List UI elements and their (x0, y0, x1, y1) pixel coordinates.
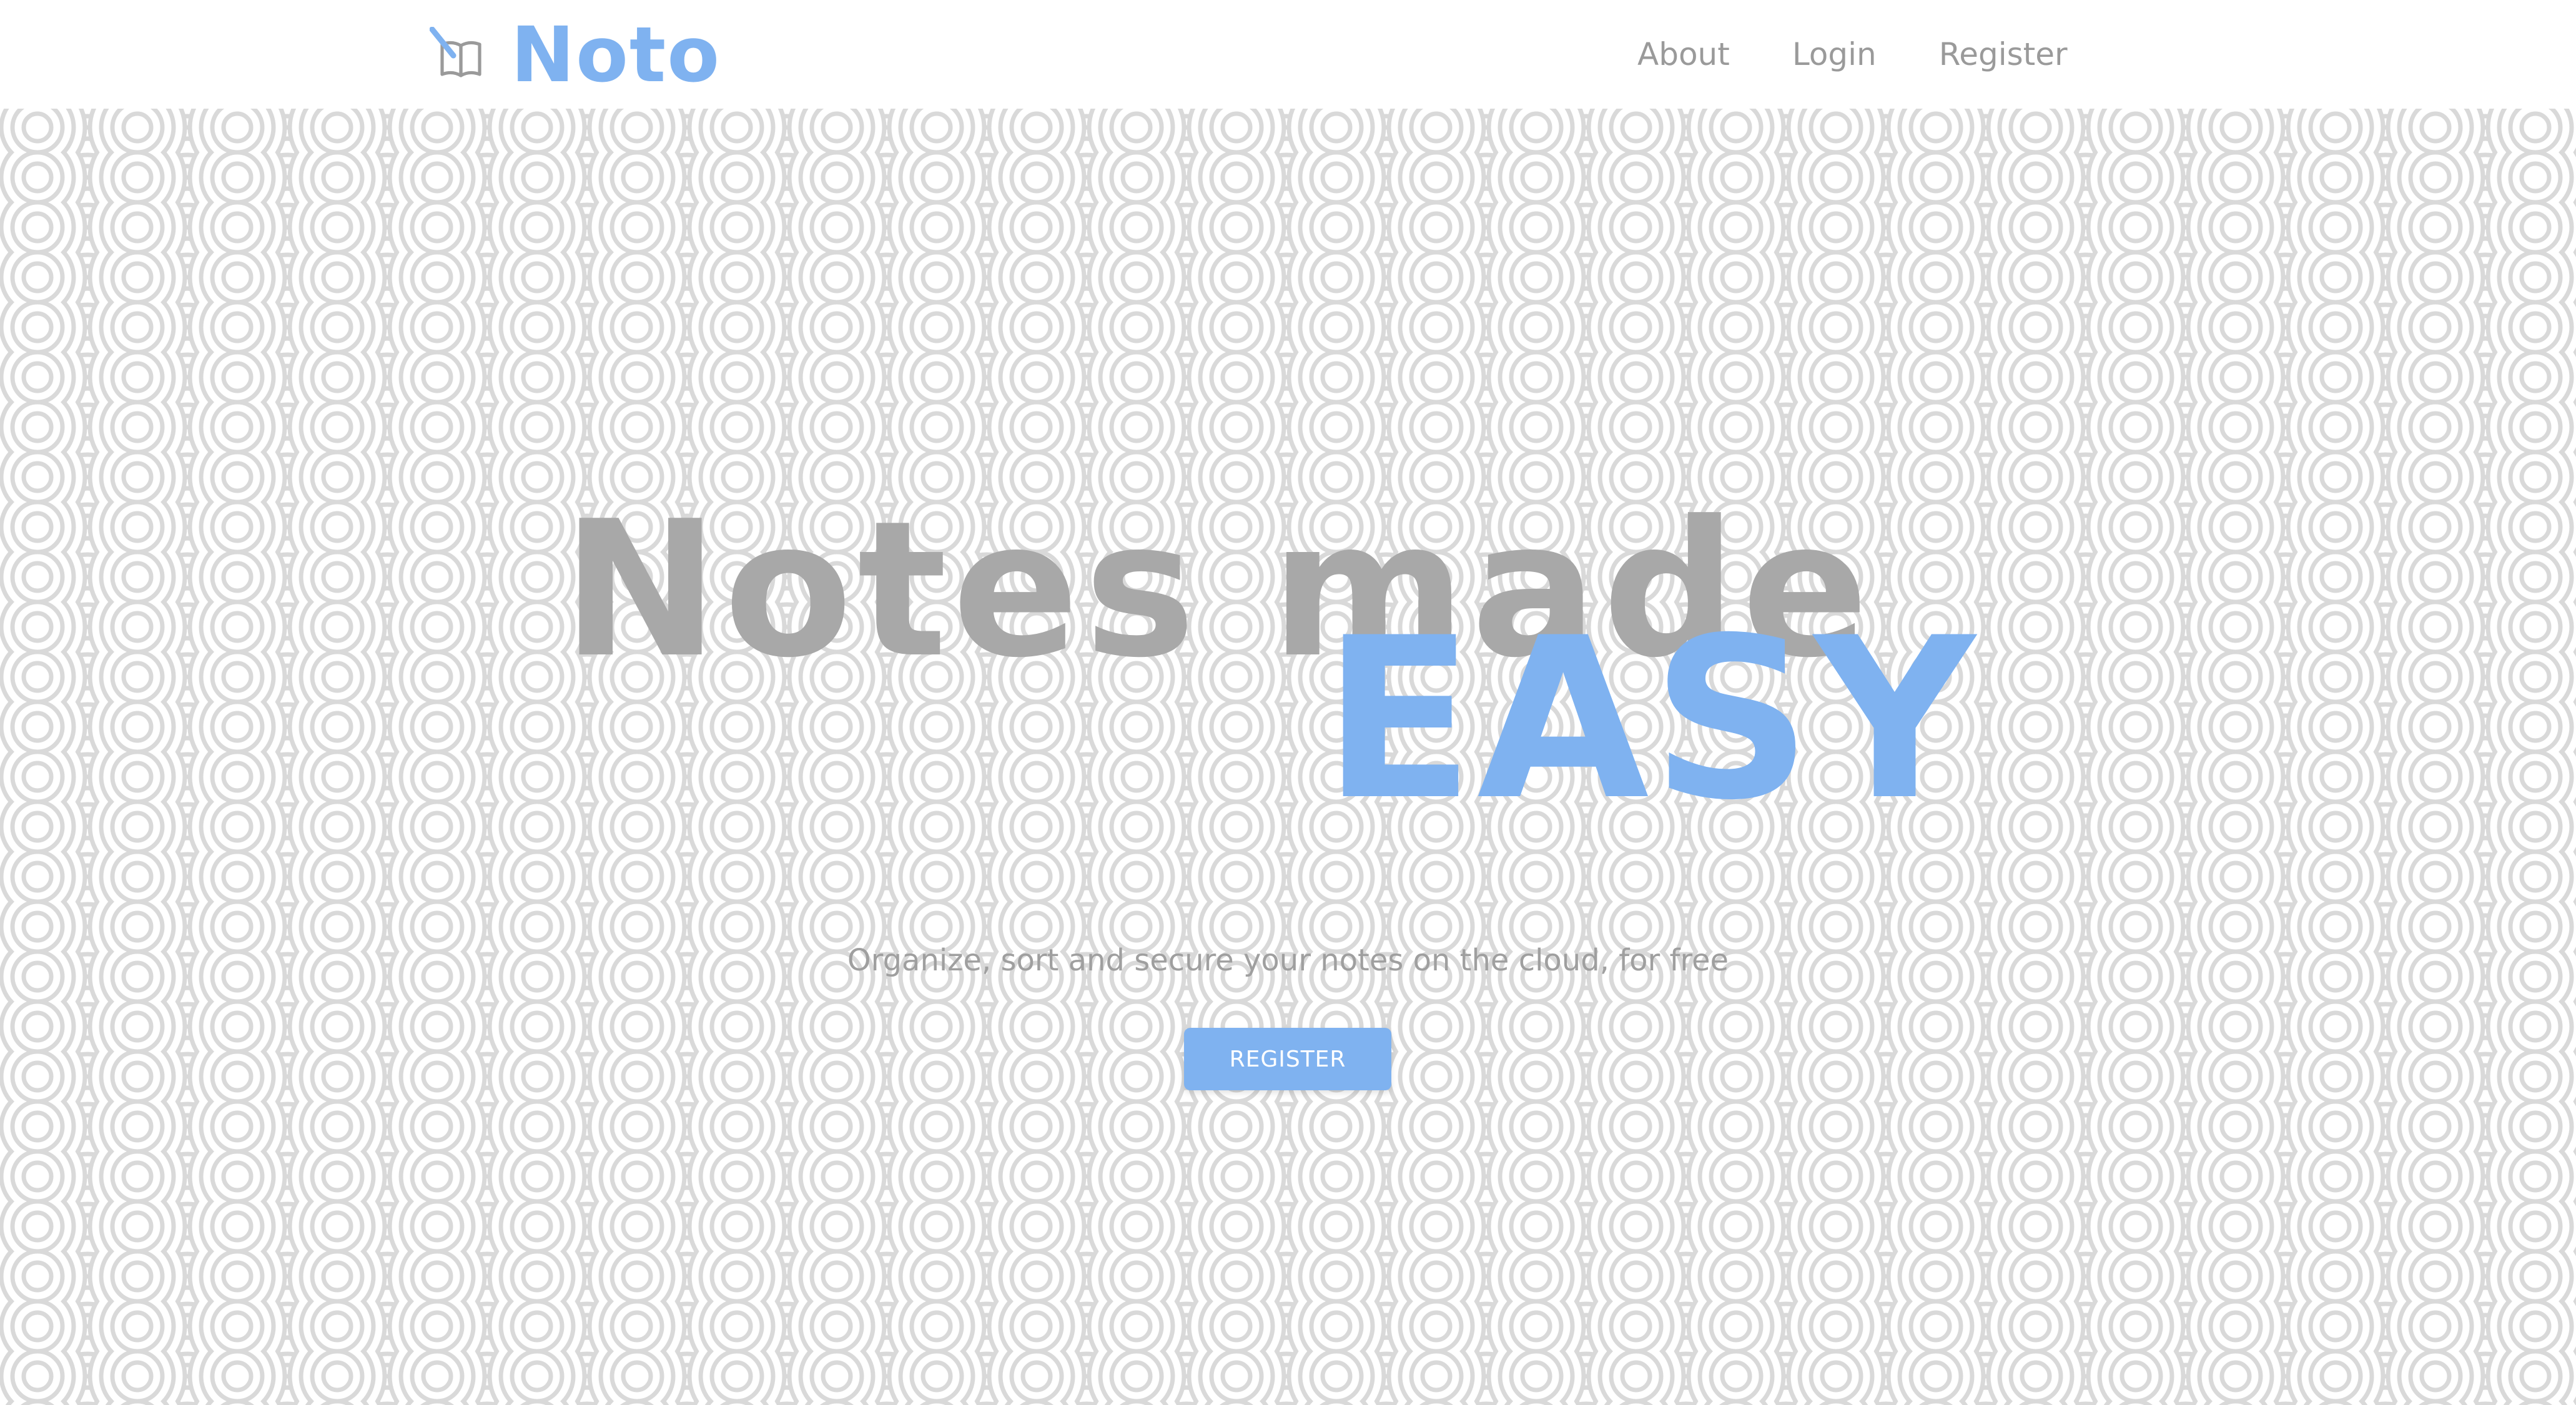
nav-links: About Login Register (1637, 0, 2068, 109)
nav-link-register[interactable]: Register (1939, 39, 2068, 70)
book-pen-icon (430, 27, 481, 77)
navbar: Noto About Login Register (0, 0, 2576, 109)
seigaiha-wave-pattern (0, 109, 2576, 1405)
hero-section: Notes made EASY Organize, sort and secur… (0, 109, 2576, 1405)
headline-line2: EASY (1323, 590, 1978, 849)
tagline: Organize, sort and secure your notes on … (847, 943, 1729, 978)
nav-link-login[interactable]: Login (1792, 39, 1877, 70)
brand-logo-link[interactable]: Noto (430, 11, 721, 99)
nav-link-about[interactable]: About (1637, 39, 1730, 70)
register-cta-button[interactable]: REGISTER (1184, 1028, 1391, 1090)
brand-name: Noto (511, 11, 721, 99)
